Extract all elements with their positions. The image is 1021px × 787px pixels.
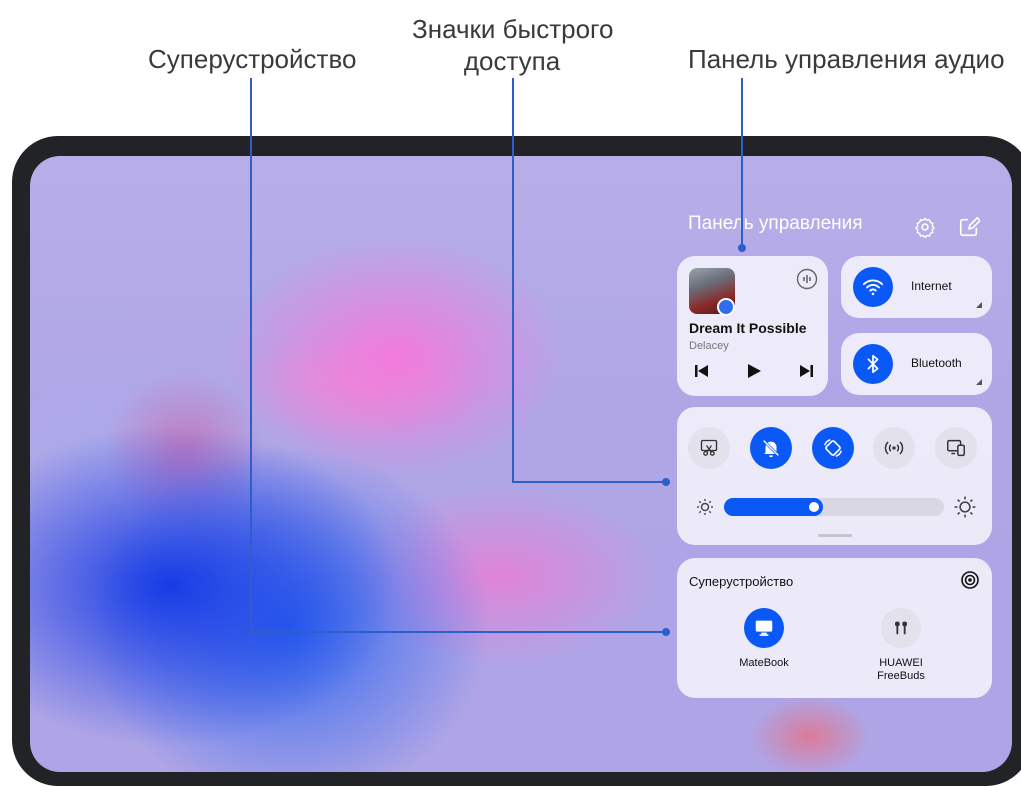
- bluetooth-button[interactable]: [853, 344, 893, 384]
- freebuds-label-line2: FreeBuds: [877, 670, 925, 682]
- freebuds-label: HUAWEI FreeBuds: [861, 657, 941, 683]
- screenshot-icon: [700, 439, 718, 456]
- gear-icon[interactable]: [914, 216, 936, 238]
- hotspot-icon: [884, 441, 904, 455]
- next-icon[interactable]: [797, 362, 815, 380]
- audio-output-icon[interactable]: [796, 268, 818, 290]
- expand-corner-icon[interactable]: [976, 379, 982, 385]
- auto-rotate-button[interactable]: [812, 427, 854, 469]
- hotspot-button[interactable]: [873, 427, 915, 469]
- music-app-badge-icon: [717, 298, 735, 316]
- control-panel-title: Панель управления: [688, 213, 863, 234]
- edit-icon[interactable]: [958, 216, 980, 238]
- brightness-slider-knob[interactable]: [809, 502, 819, 512]
- brightness-slider[interactable]: [724, 498, 944, 516]
- silent-bell-icon: [762, 439, 780, 458]
- superdevice-title: Суперустройство: [689, 574, 794, 589]
- internet-label: Internet: [911, 279, 952, 293]
- wifi-icon: [862, 279, 884, 296]
- callout-dot-superdevice: [662, 628, 670, 636]
- auto-rotate-icon: [824, 439, 842, 457]
- superdevice-card: Суперустройство MateBook HUAWEI FreeBuds: [677, 558, 992, 698]
- callout-quick-access-line1: Значки быстрого: [412, 14, 614, 44]
- callout-dot-quick: [662, 478, 670, 486]
- wifi-button[interactable]: [853, 267, 893, 307]
- previous-icon[interactable]: [693, 362, 711, 380]
- callout-quick-access: Значки быстрого доступа: [412, 13, 614, 77]
- freebuds-device-button[interactable]: [881, 608, 921, 648]
- multi-screen-button[interactable]: [935, 427, 977, 469]
- callout-line-audio: [741, 78, 743, 248]
- callout-line-superdevice-horizontal: [250, 631, 666, 633]
- monitor-icon: [755, 620, 773, 636]
- superdevice-scan-icon[interactable]: [960, 570, 980, 590]
- song-artist: Delacey: [689, 340, 729, 352]
- audio-control-card[interactable]: Dream It Possible Delacey: [677, 256, 828, 396]
- silent-mode-button[interactable]: [750, 427, 792, 469]
- song-title: Dream It Possible: [689, 320, 807, 336]
- callout-line-quick-vertical: [512, 78, 514, 483]
- freebuds-label-line1: HUAWEI: [879, 657, 923, 669]
- callout-superdevice: Суперустройство: [148, 44, 357, 74]
- drag-handle[interactable]: [818, 534, 852, 537]
- callout-audio-panel: Панель управления аудио: [688, 44, 1005, 74]
- quick-access-card: [677, 407, 992, 545]
- matebook-device-button[interactable]: [744, 608, 784, 648]
- bluetooth-toggle-card[interactable]: Bluetooth: [841, 333, 992, 395]
- brightness-low-icon: [697, 499, 713, 515]
- earbuds-icon: [895, 621, 907, 635]
- bluetooth-icon: [867, 354, 879, 374]
- multi-screen-icon: [947, 439, 965, 457]
- callout-quick-access-line2: доступа: [463, 46, 561, 76]
- callout-dot-audio: [738, 244, 746, 252]
- internet-toggle-card[interactable]: Internet: [841, 256, 992, 318]
- screenshot-button[interactable]: [688, 427, 730, 469]
- callout-line-quick-horizontal: [512, 481, 666, 483]
- brightness-high-icon: [954, 496, 976, 518]
- callout-line-superdevice-vertical: [250, 78, 252, 634]
- expand-corner-icon[interactable]: [976, 302, 982, 308]
- bluetooth-label: Bluetooth: [911, 356, 962, 370]
- play-icon[interactable]: [745, 362, 763, 380]
- matebook-label: MateBook: [739, 657, 789, 669]
